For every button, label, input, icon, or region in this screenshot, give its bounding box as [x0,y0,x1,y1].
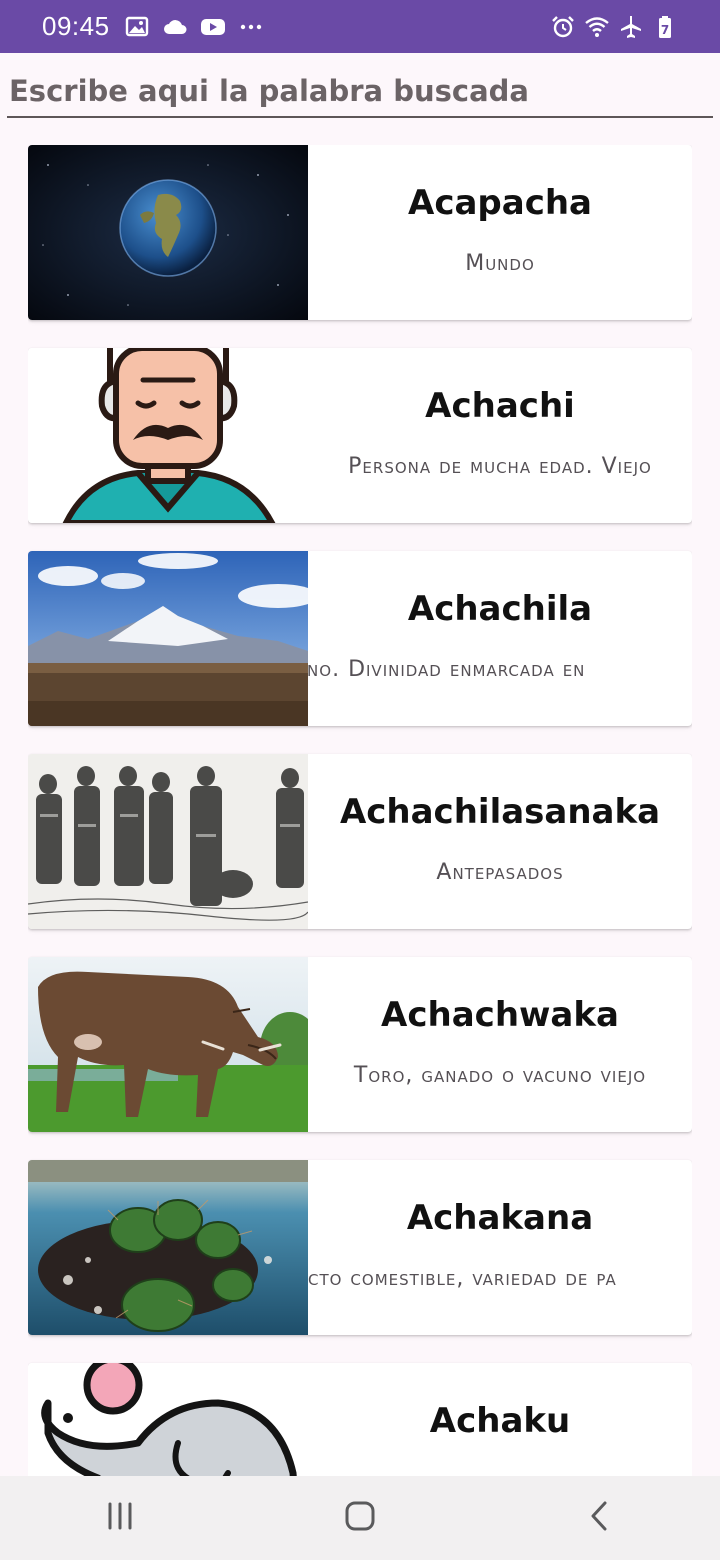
card-text: Achaku [308,1363,692,1476]
status-bar: 09:45 7 [0,0,720,53]
word-meaning: Abuelo, anciano. Divinidad enmarcada en [308,657,586,682]
alarm-icon [550,14,576,40]
word-title: Achachwaka [381,995,619,1035]
earth-image [28,145,308,320]
search-input[interactable] [7,68,713,114]
cloud-icon [162,14,188,40]
status-left-icons [124,14,264,40]
youtube-icon [200,14,226,40]
word-title: Acapacha [408,183,592,223]
list-item[interactable]: Achachilasanaka Antepasados [28,754,692,929]
list-item[interactable]: Acapacha Mundo [28,145,692,320]
ancestors-engraving-image [28,754,308,929]
recents-icon [100,1496,140,1540]
word-title: Achachilasanaka [339,792,661,832]
list-item[interactable]: Achachwaka Toro, ganado o vacuno viejo [28,957,692,1132]
battery-level: 7 [661,23,669,37]
list-item[interactable]: Achaku [28,1363,692,1476]
back-button[interactable] [570,1488,630,1548]
card-text: Achachila Abuelo, anciano. Divinidad enm… [308,551,692,726]
search-field[interactable] [7,68,713,118]
word-title: Achaku [429,1401,571,1441]
mountain-image [28,551,308,726]
word-list[interactable]: Acapacha Mundo Achachi Persona de mucha … [28,145,692,1476]
word-title: Achachila [407,589,593,629]
recents-button[interactable] [90,1488,150,1548]
cow-image [28,957,308,1132]
status-time: 09:45 [42,11,110,41]
list-item[interactable]: Achachi Persona de mucha edad. Viejo [28,348,692,523]
list-item[interactable]: Achakana cto comestible, variedad de pa [28,1160,692,1335]
card-text: Acapacha Mundo [308,145,692,320]
word-meaning: Toro, ganado o vacuno viejo [353,1063,647,1088]
navigation-bar [0,1476,720,1560]
old-man-image [28,348,308,523]
card-text: Achachi Persona de mucha edad. Viejo [308,348,692,523]
battery-icon: 7 [652,14,678,40]
mouse-image [28,1363,308,1476]
cactus-image [28,1160,308,1335]
card-text: Achakana cto comestible, variedad de pa [308,1160,692,1335]
airplane-icon [618,14,644,40]
word-meaning: cto comestible, variedad de pa [308,1266,617,1291]
home-button[interactable] [330,1488,390,1548]
more-dots-icon [238,14,264,40]
card-text: Achachilasanaka Antepasados [308,754,692,929]
word-meaning: Mundo [465,251,535,276]
back-icon [580,1496,620,1540]
word-title: Achachi [425,386,575,426]
wifi-icon [584,14,610,40]
word-title: Achakana [406,1198,594,1238]
card-text: Achachwaka Toro, ganado o vacuno viejo [308,957,692,1132]
status-right-icons: 7 [550,14,678,40]
image-icon [124,14,150,40]
word-meaning: Antepasados [436,860,564,885]
list-item[interactable]: Achachila Abuelo, anciano. Divinidad enm… [28,551,692,726]
home-icon [340,1496,380,1540]
word-meaning: Persona de mucha edad. Viejo [348,454,652,479]
